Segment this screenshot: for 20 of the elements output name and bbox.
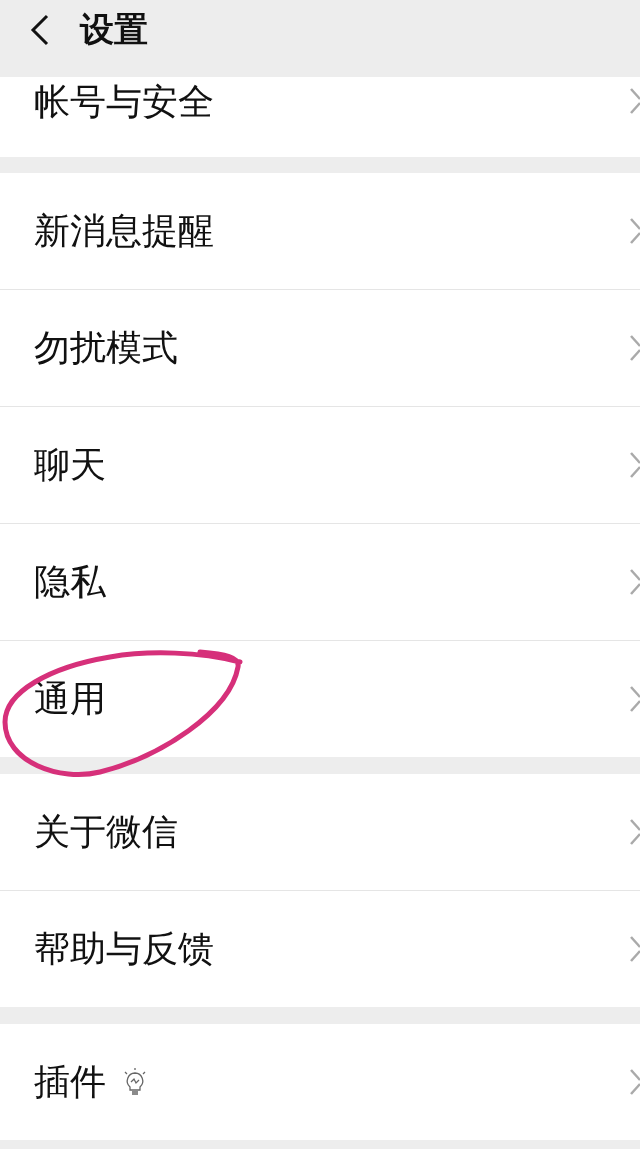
settings-item[interactable]: 隐私 <box>0 524 640 641</box>
settings-item[interactable]: 帐号与安全 <box>0 77 640 157</box>
settings-item[interactable]: 通用 <box>0 641 640 757</box>
chevron-icon <box>630 568 640 596</box>
chevron-icon <box>630 87 640 115</box>
chevron-icon <box>630 451 640 479</box>
settings-item[interactable]: 插件 <box>0 1024 640 1140</box>
page-title: 设置 <box>80 7 148 51</box>
settings-item[interactable]: 聊天 <box>0 407 640 524</box>
chevron-icon <box>630 935 640 963</box>
chevron-icon <box>630 818 640 846</box>
settings-item[interactable]: 勿扰模式 <box>0 290 640 407</box>
chevron-icon <box>630 1068 640 1096</box>
chevron-icon <box>630 685 640 713</box>
settings-item[interactable]: 新消息提醒 <box>0 173 640 290</box>
settings-item[interactable]: 帮助与反馈 <box>0 891 640 1007</box>
settings-item[interactable]: 关于微信 <box>0 774 640 891</box>
chevron-icon <box>630 334 640 362</box>
back-icon[interactable] <box>30 13 50 46</box>
chevron-icon <box>630 217 640 245</box>
